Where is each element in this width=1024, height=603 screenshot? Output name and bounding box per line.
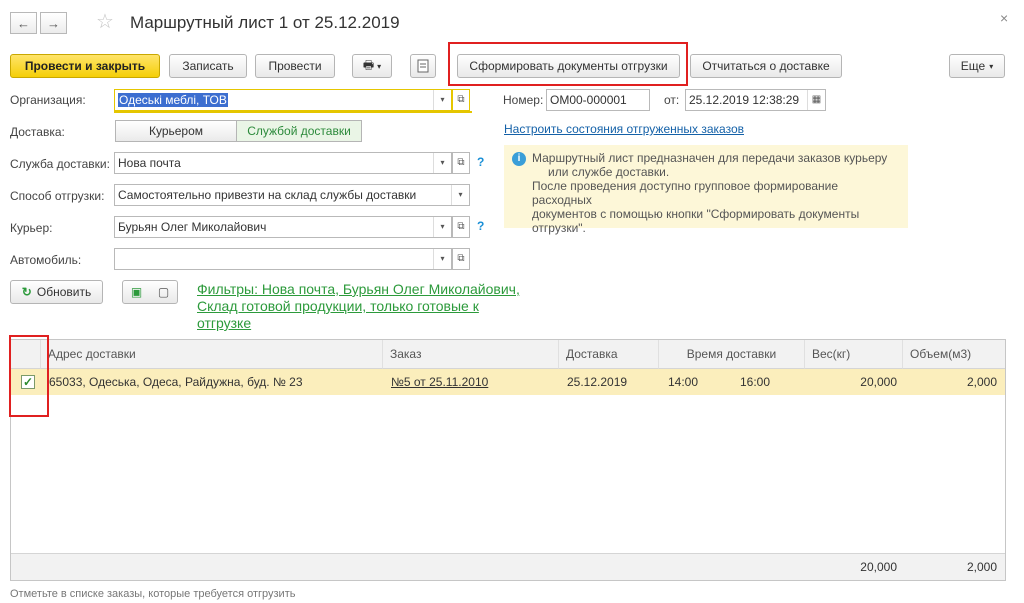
document-icon [417, 59, 429, 73]
open-icon[interactable]: ⧉ [452, 216, 470, 238]
open-icon[interactable]: ⧉ [452, 152, 470, 174]
filters-line-2: Склад готовой продукции, только готовые … [197, 298, 479, 314]
document-button[interactable] [410, 54, 436, 78]
status-hint: Отметьте в списке заказы, которые требуе… [10, 588, 296, 600]
header-delivery-time[interactable]: Время доставки [659, 340, 805, 369]
header-delivery[interactable]: Доставка [559, 340, 659, 369]
courier-field[interactable]: Бурьян Олег Миколайович ▾ [114, 216, 452, 238]
more-button[interactable]: Еще ▾ [949, 54, 1005, 78]
delivery-option-service[interactable]: Службой доставки [237, 121, 361, 141]
total-weight: 20,000 [860, 560, 897, 574]
cell-time-to: 16:00 [740, 375, 771, 389]
header-volume[interactable]: Объем(м3) [903, 340, 1005, 369]
post-button[interactable]: Провести [255, 54, 335, 78]
courier-label: Курьер: [10, 221, 53, 235]
header-weight[interactable]: Вес(кг) [805, 340, 903, 369]
chevron-down-icon[interactable]: ▾ [433, 249, 451, 269]
cell-address: 65033, Одеська, Одеса, Райдужна, буд. № … [49, 375, 303, 389]
forward-button[interactable]: → [40, 12, 67, 34]
info-icon: i [512, 152, 526, 166]
orders-table: Адрес доставки Заказ Доставка Время дост… [10, 339, 1006, 581]
info-text-3: После проведения доступно групповое форм… [532, 179, 839, 207]
uncheck-all-icon[interactable]: ▢ [158, 285, 169, 299]
filters-line-1: Фильтры: Нова почта, Бурьян Олег Миколай… [197, 281, 520, 297]
info-panel: i Маршрутный лист предназначен для перед… [504, 145, 908, 235]
shipping-method-label: Способ отгрузки: [10, 189, 105, 203]
number-field[interactable]: ОМ00-000001 [546, 89, 650, 111]
chevron-down-icon[interactable]: ▾ [451, 185, 469, 205]
delivery-label: Доставка: [10, 125, 65, 139]
organization-label: Организация: [10, 93, 86, 107]
field-focus-underline [114, 111, 472, 113]
open-icon[interactable]: ⧉ [452, 89, 470, 111]
cell-volume: 2,000 [966, 375, 997, 389]
open-icon[interactable]: ⧉ [452, 248, 470, 270]
calendar-icon[interactable]: ▦ [807, 90, 825, 110]
page-title: Маршрутный лист 1 от 25.12.2019 [130, 13, 400, 32]
save-button[interactable]: Записать [169, 54, 247, 78]
info-text-1: Маршрутный лист предназначен для передач… [532, 151, 888, 165]
check-all-icon[interactable]: ▣ [131, 285, 142, 299]
help-icon[interactable]: ? [477, 219, 484, 233]
configure-states-link[interactable]: Настроить состояния отгруженных заказов [504, 122, 744, 136]
organization-field[interactable]: Одеські меблі, ТОВ ▾ [114, 89, 452, 111]
refresh-label: Обновить [36, 285, 92, 299]
mark-buttons: ▣ ▢ [122, 280, 178, 304]
delivery-toggle: Курьером Службой доставки [115, 120, 362, 142]
cell-order-link[interactable]: №5 от 25.11.2010 [391, 369, 488, 395]
vehicle-label: Автомобиль: [10, 253, 82, 267]
help-icon[interactable]: ? [477, 155, 484, 169]
cell-weight: 20,000 [860, 375, 897, 389]
date-field[interactable]: 25.12.2019 12:38:29 ▦ [685, 89, 826, 111]
close-icon[interactable]: × [1000, 10, 1008, 26]
delivery-service-label: Служба доставки: [10, 157, 110, 171]
more-label: Еще [960, 59, 986, 73]
chevron-down-icon[interactable]: ▾ [433, 217, 451, 237]
date-value: 25.12.2019 12:38:29 [689, 93, 800, 107]
chevron-down-icon[interactable]: ▾ [433, 153, 451, 173]
refresh-button[interactable]: ↻ Обновить [10, 280, 103, 304]
info-text-5: отгрузки". [532, 221, 586, 235]
create-shipping-docs-button[interactable]: Сформировать документы отгрузки [457, 54, 680, 78]
date-label: от: [664, 93, 680, 107]
header-address[interactable]: Адрес доставки [41, 340, 383, 369]
number-label: Номер: [503, 93, 544, 107]
refresh-icon: ↻ [21, 285, 32, 299]
print-button[interactable]: 🖶 ▾ [352, 54, 392, 78]
post-and-close-button[interactable]: Провести и закрыть [10, 54, 160, 78]
delivery-option-courier[interactable]: Курьером [116, 121, 237, 141]
star-icon[interactable]: ☆ [96, 10, 114, 34]
cell-time-from: 14:00 [668, 375, 699, 389]
info-text-2: или службе доставки. [548, 165, 670, 179]
chevron-down-icon[interactable]: ▾ [433, 90, 451, 110]
arrow-left-icon: ← [17, 15, 30, 31]
shipping-method-field[interactable]: Самостоятельно привезти на склад службы … [114, 184, 470, 206]
highlight-frame-checkbox [9, 335, 49, 417]
organization-value: Одеські меблі, ТОВ [118, 93, 228, 107]
vehicle-field[interactable]: ▾ [114, 248, 452, 270]
shipping-method-value: Самостоятельно привезти на склад службы … [118, 188, 417, 202]
table-row[interactable]: ✓ 65033, Одеська, Одеса, Райдужна, буд. … [11, 369, 1005, 395]
info-text-4: документов с помощью кнопки "Сформироват… [532, 207, 860, 221]
arrow-right-icon: → [47, 15, 60, 31]
table-footer: 20,000 2,000 [11, 553, 1005, 580]
filters-link[interactable]: Фильтры: Нова почта, Бурьян Олег Миколай… [197, 281, 520, 332]
printer-icon: 🖶 [362, 57, 375, 72]
filters-line-3: отгрузке [197, 315, 252, 331]
delivery-service-value: Нова почта [118, 156, 181, 170]
courier-value: Бурьян Олег Миколайович [118, 220, 267, 234]
header-order[interactable]: Заказ [383, 340, 559, 369]
total-volume: 2,000 [966, 560, 997, 574]
delivery-service-field[interactable]: Нова почта ▾ [114, 152, 452, 174]
cell-delivery: 25.12.2019 [567, 375, 628, 389]
report-delivery-button[interactable]: Отчитаться о доставке [690, 54, 842, 78]
back-button[interactable]: ← [10, 12, 37, 34]
